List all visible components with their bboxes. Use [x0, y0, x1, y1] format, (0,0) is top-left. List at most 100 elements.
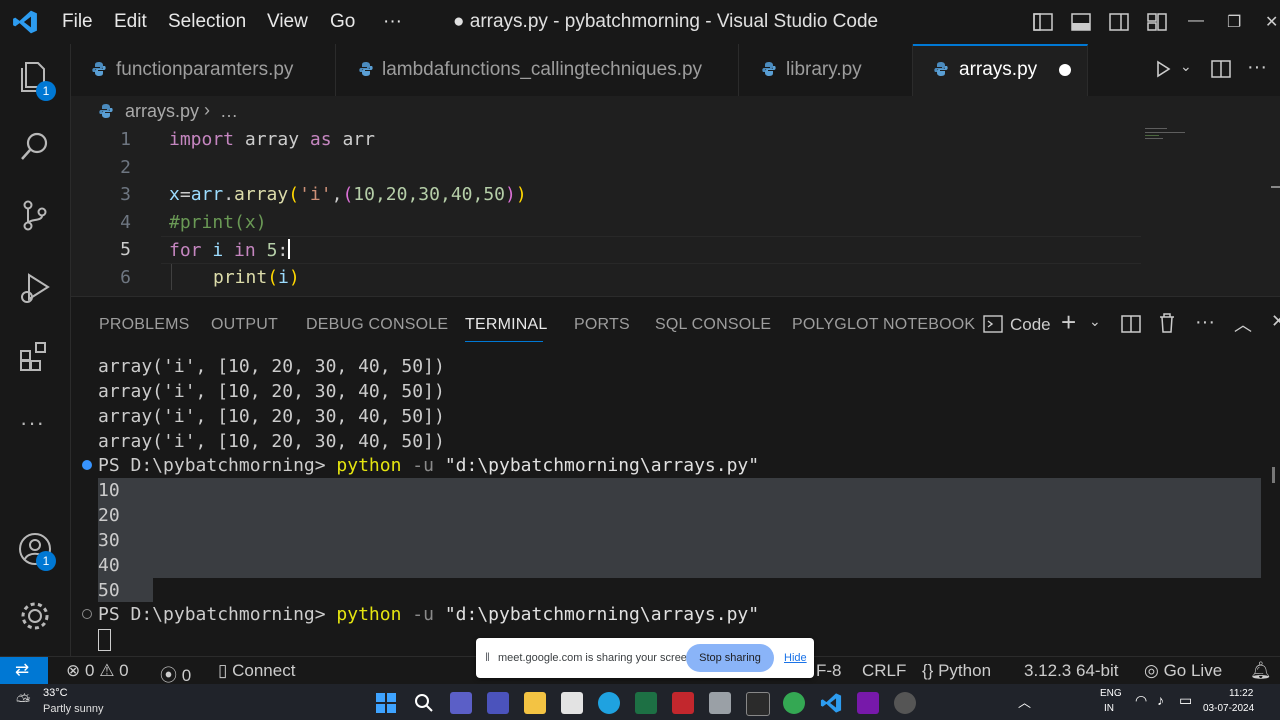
language-status[interactable]: {} Python: [922, 661, 991, 681]
teams-app-icon[interactable]: [487, 692, 509, 714]
tab-sql-console[interactable]: SQL CONSOLE: [655, 316, 771, 334]
store-app-icon[interactable]: [561, 692, 583, 714]
terminal-path: "d:\pybatchmorning\arrays.py": [444, 604, 760, 625]
problems-status[interactable]: ⊗ 0 ⚠ 0: [66, 661, 129, 681]
run-and-debug-icon[interactable]: [17, 270, 53, 306]
input-language-bottom[interactable]: IN: [1104, 703, 1114, 714]
search-icon[interactable]: [17, 128, 53, 164]
screen-share-banner: ‖ meet.google.com is sharing your screen…: [476, 638, 814, 678]
clock-date[interactable]: 03-07-2024: [1203, 703, 1254, 714]
terminal-output-value: 40: [98, 555, 120, 576]
line-number: 1: [120, 129, 131, 150]
command-pending-decoration-icon[interactable]: [82, 609, 92, 619]
manage-gear-icon[interactable]: [17, 598, 53, 634]
ports-status[interactable]: ⦿ 0: [160, 661, 191, 686]
pause-icon: ‖: [485, 650, 490, 664]
menu-selection[interactable]: Selection: [168, 11, 246, 33]
copilot-app-icon[interactable]: [450, 692, 472, 714]
customize-layout-icon[interactable]: [1146, 11, 1168, 33]
eol-status[interactable]: CRLF: [862, 661, 906, 681]
tab-arrays[interactable]: arrays.py: [913, 44, 1088, 96]
tab-functionparamters[interactable]: functionparamters.py: [71, 44, 336, 96]
text-cursor: [288, 239, 291, 259]
remote-indicator[interactable]: ⇄: [0, 657, 48, 685]
panel-more-actions-icon[interactable]: ···: [1195, 311, 1215, 334]
more-views-icon[interactable]: ···: [20, 410, 45, 436]
menu-edit[interactable]: Edit: [114, 11, 147, 33]
battery-icon[interactable]: ▭: [1179, 692, 1192, 709]
split-editor-icon[interactable]: [1210, 58, 1232, 80]
terminal-cmd: python: [336, 604, 402, 625]
stop-sharing-button[interactable]: Stop sharing: [686, 644, 774, 672]
terminal-shell-icon[interactable]: [983, 314, 1003, 334]
windows-start-icon[interactable]: [375, 692, 397, 714]
menu-file[interactable]: File: [62, 11, 93, 33]
menu-go[interactable]: Go: [330, 11, 355, 33]
run-python-file-icon[interactable]: [1153, 59, 1173, 79]
tab-polyglot-notebook[interactable]: POLYGLOT NOTEBOOK: [792, 316, 975, 334]
go-live-status[interactable]: ◎ Go Live: [1144, 661, 1222, 681]
devcpp-app-icon[interactable]: [672, 692, 694, 714]
terminal-dropdown-chevron-icon[interactable]: ⌄: [1089, 313, 1101, 330]
vscode-taskbar-icon[interactable]: [820, 692, 842, 714]
activity-bar: 1 ··· 1: [0, 44, 71, 656]
restore-icon[interactable]: ❐: [1227, 12, 1241, 32]
toggle-secondary-sidebar-icon[interactable]: [1108, 11, 1130, 33]
breadcrumb-file[interactable]: arrays.py: [125, 101, 199, 122]
toggle-primary-sidebar-icon[interactable]: [1032, 11, 1054, 33]
tab-library[interactable]: library.py: [739, 44, 913, 96]
show-hidden-icons-chevron-icon[interactable]: ︿: [1018, 692, 1031, 711]
python-file-icon: [359, 62, 373, 76]
tab-debug-console[interactable]: DEBUG CONSOLE: [306, 316, 448, 334]
ide-app-icon[interactable]: [746, 692, 770, 716]
tab-output[interactable]: OUTPUT: [211, 316, 278, 334]
wifi-icon[interactable]: ◠: [1135, 692, 1147, 709]
document-app-icon[interactable]: [709, 692, 731, 714]
tab-lambdafunctions[interactable]: lambdafunctions_callingtechniques.py: [336, 44, 739, 96]
code-editor[interactable]: 1 2 3 4 5 6 import array as arr x=arr.ar…: [71, 124, 1280, 296]
breadcrumb-symbol[interactable]: …: [220, 101, 238, 122]
interpreter-status[interactable]: 3.12.3 64-bit: [1024, 661, 1119, 681]
new-terminal-plus-icon[interactable]: +: [1061, 307, 1076, 338]
editor-more-actions-icon[interactable]: ···: [1247, 56, 1267, 79]
tab-label: functionparamters.py: [116, 59, 294, 80]
close-icon[interactable]: ✕: [1265, 12, 1278, 32]
terminal-shell-label[interactable]: Code: [1010, 315, 1051, 335]
close-panel-icon[interactable]: ✕: [1271, 311, 1280, 332]
chrome-browser-icon[interactable]: [783, 692, 805, 714]
windows-taskbar: ⛅︎ 33°C Partly sunny ︿ ENG IN ◠ ♪ ▭ 11:2…: [0, 684, 1280, 720]
excel-app-icon[interactable]: [635, 692, 657, 714]
terminal-scrollbar-marker[interactable]: [1272, 467, 1275, 483]
hide-banner-link[interactable]: Hide: [784, 652, 807, 664]
clock-time[interactable]: 11:22: [1229, 688, 1253, 699]
source-control-icon[interactable]: [17, 197, 53, 233]
run-dropdown-chevron-icon[interactable]: ⌄: [1180, 58, 1192, 75]
taskbar-search-icon[interactable]: [413, 692, 435, 714]
connect-status[interactable]: ▯ Connect: [218, 661, 295, 681]
menu-view[interactable]: View: [267, 11, 308, 33]
tab-ports[interactable]: PORTS: [574, 316, 630, 334]
split-terminal-icon[interactable]: [1120, 313, 1142, 335]
minimize-icon[interactable]: —: [1188, 12, 1204, 30]
extensions-icon[interactable]: [17, 338, 53, 374]
menu-more[interactable]: ···: [383, 11, 402, 33]
unsaved-dot-icon[interactable]: [1059, 64, 1071, 76]
kill-terminal-trash-icon[interactable]: [1157, 312, 1177, 334]
command-success-decoration-icon[interactable]: [82, 460, 92, 470]
input-language-top[interactable]: ENG: [1100, 688, 1122, 699]
tab-problems[interactable]: PROBLEMS: [99, 316, 190, 334]
encoding-status[interactable]: F-8: [816, 661, 842, 681]
file-explorer-icon[interactable]: [524, 692, 546, 714]
obs-app-icon[interactable]: [894, 692, 916, 714]
onenote-app-icon[interactable]: [857, 692, 879, 714]
weather-icon[interactable]: ⛅︎: [16, 691, 30, 712]
notifications-bell-icon[interactable]: 🔔︎: [1250, 661, 1272, 681]
accounts-badge: 1: [36, 551, 56, 571]
maximize-panel-chevron-up-icon[interactable]: ︿: [1234, 311, 1252, 337]
volume-icon[interactable]: ♪: [1157, 692, 1164, 708]
edge-browser-icon[interactable]: [598, 692, 620, 714]
minimap[interactable]: [1145, 126, 1193, 144]
terminal-output-line: array('i', [10, 20, 30, 40, 50]): [98, 356, 445, 377]
tab-terminal[interactable]: TERMINAL: [465, 316, 548, 334]
toggle-panel-icon[interactable]: [1070, 11, 1092, 33]
